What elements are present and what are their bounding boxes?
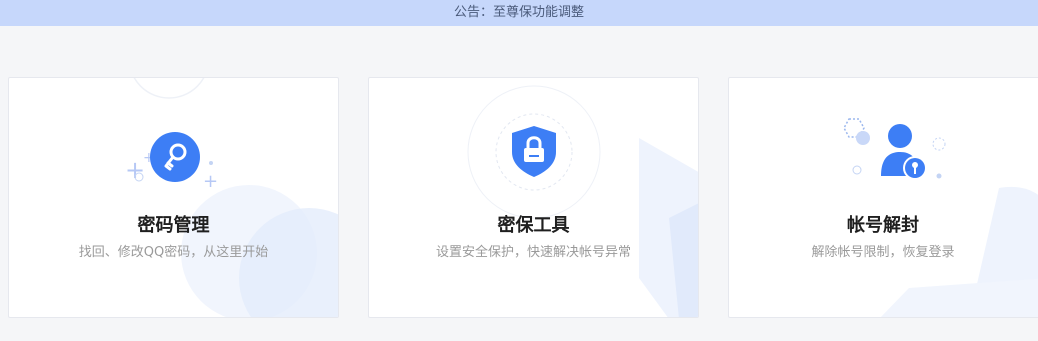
card-title: 密保工具 [497, 215, 570, 236]
card-description: 找回、修改QQ密码，从这里开始 [78, 245, 269, 260]
card-background-decoration [467, 85, 698, 317]
announcement-text[interactable]: 公告：至尊保功能调整 [454, 5, 584, 20]
user-lock-icon [837, 116, 957, 190]
card-title: 密码管理 [137, 215, 210, 236]
security-tools-card[interactable]: 密保工具 设置安全保护，快速解决帐号异常 [368, 77, 699, 318]
card-background-decoration [880, 186, 1038, 317]
svg-text:+: + [203, 171, 218, 192]
key-icon: + + + [121, 114, 231, 198]
shield-lock-icon [509, 124, 559, 184]
account-unblock-card[interactable]: 帐号解封 解除帐号限制，恢复登录 [728, 77, 1038, 318]
card-description: 设置安全保护，快速解决帐号异常 [435, 245, 631, 260]
announcement-bar[interactable]: 公告：至尊保功能调整 [0, 0, 1038, 26]
card-description: 解除帐号限制，恢复登录 [811, 245, 955, 260]
password-management-card[interactable]: + + + 密码管理 找回、修改QQ密码，从这里开始 [8, 77, 339, 318]
card-title: 帐号解封 [847, 215, 919, 236]
